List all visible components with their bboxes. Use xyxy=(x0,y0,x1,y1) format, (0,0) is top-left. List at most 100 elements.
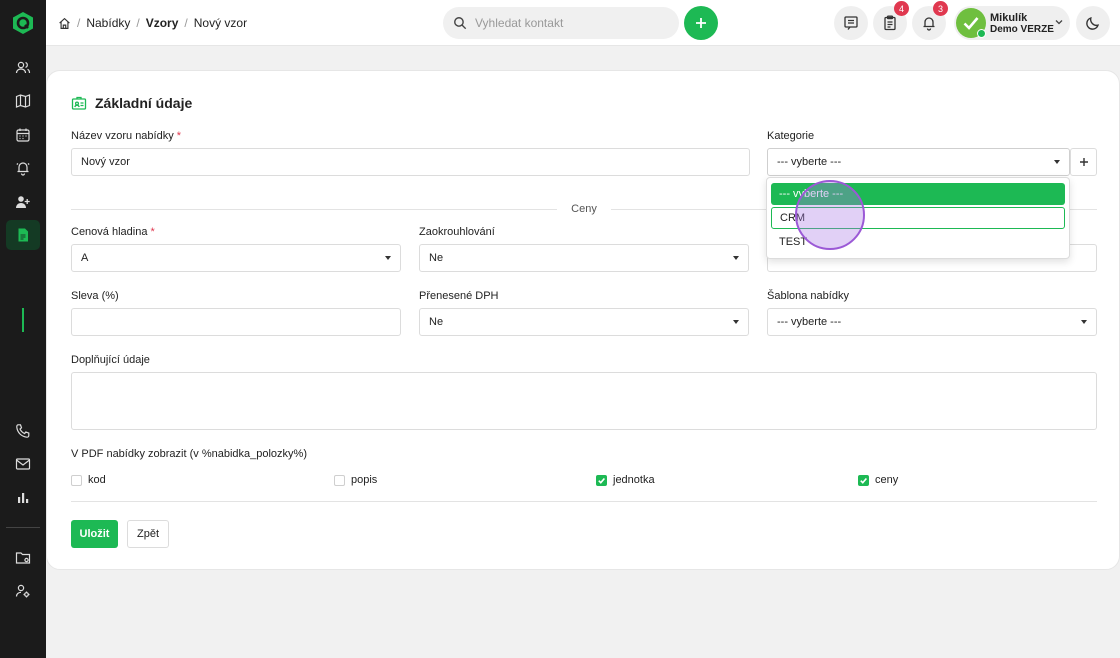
caret-down-icon xyxy=(385,256,391,260)
extra-textarea[interactable] xyxy=(71,372,1097,430)
clipboard-icon xyxy=(884,15,896,31)
check-icon xyxy=(598,477,605,484)
discount-input[interactable] xyxy=(71,308,401,336)
search-box[interactable] xyxy=(443,7,679,39)
document-icon[interactable] xyxy=(6,220,40,250)
check-label: kod xyxy=(88,474,106,486)
rounding-select[interactable]: Ne xyxy=(419,244,749,272)
caret-down-icon xyxy=(1081,320,1087,324)
breadcrumb-templates[interactable]: Vzory xyxy=(146,16,179,30)
mail-icon[interactable] xyxy=(6,449,40,479)
rounding-value: Ne xyxy=(429,252,444,264)
user-org: Demo VERZE xyxy=(990,24,1054,35)
template-value: --- vyberte --- xyxy=(777,316,842,328)
check-label: popis xyxy=(351,474,378,486)
app-logo[interactable] xyxy=(11,11,35,35)
checkbox[interactable] xyxy=(334,474,345,486)
users-icon[interactable] xyxy=(6,53,40,83)
calendar-icon[interactable] xyxy=(6,120,40,150)
chevron-down-icon xyxy=(1055,20,1063,25)
caret-down-icon xyxy=(733,320,739,324)
pdf-options-label: V PDF nabídky zobrazit (v %nabidka_poloz… xyxy=(71,448,307,460)
price-level-label: Cenová hladina * xyxy=(71,226,155,238)
category-label: Kategorie xyxy=(767,130,815,142)
checkbox[interactable] xyxy=(71,474,82,486)
theme-toggle-button[interactable] xyxy=(1076,6,1110,40)
tasks-button[interactable]: 4 xyxy=(873,1,909,40)
phone-icon[interactable] xyxy=(6,416,40,446)
price-level-select[interactable]: A xyxy=(71,244,401,272)
top-bar: / Nabídky / Vzory / Nový vzor 4 3 Mikulí… xyxy=(46,0,1120,46)
price-level-label-text: Cenová hladina xyxy=(71,226,148,238)
breadcrumb-separator: / xyxy=(77,16,81,30)
back-button[interactable]: Zpět xyxy=(127,520,169,548)
add-button[interactable] xyxy=(684,6,718,40)
check-icon xyxy=(860,477,867,484)
divider xyxy=(71,501,1097,502)
sidebar-divider xyxy=(6,527,40,528)
id-card-icon xyxy=(71,96,87,110)
template-label: Šablona nabídky xyxy=(767,290,849,302)
user-name: Mikulík xyxy=(990,12,1028,24)
bell-icon[interactable] xyxy=(6,153,40,183)
divider-line xyxy=(71,209,557,210)
check-popis[interactable]: popis xyxy=(334,474,377,486)
notifications-badge: 3 xyxy=(933,1,948,16)
user-add-icon[interactable] xyxy=(6,187,40,217)
caret-down-icon xyxy=(733,256,739,260)
user-menu[interactable]: Mikulík Demo VERZE xyxy=(954,6,1070,40)
check-label: jednotka xyxy=(613,474,655,486)
notification-bell-icon xyxy=(923,17,935,31)
user-settings-icon[interactable] xyxy=(6,576,40,606)
breadcrumb: / Nabídky / Vzory / Nový vzor xyxy=(58,16,247,30)
messages-button[interactable] xyxy=(834,6,868,40)
plus-icon xyxy=(696,18,706,28)
moon-icon xyxy=(1086,16,1100,30)
caret-down-icon xyxy=(1054,160,1060,164)
add-category-button[interactable] xyxy=(1070,148,1097,176)
notifications-button[interactable]: 3 xyxy=(912,1,948,40)
search-input[interactable] xyxy=(475,16,655,30)
required-marker: * xyxy=(176,130,182,142)
folder-settings-icon[interactable] xyxy=(6,543,40,573)
discount-label: Sleva (%) xyxy=(71,290,119,302)
click-indicator xyxy=(795,180,865,250)
template-select[interactable]: --- vyberte --- xyxy=(767,308,1097,336)
check-kod[interactable]: kod xyxy=(71,474,106,486)
active-indicator xyxy=(22,308,24,332)
checkbox-checked[interactable] xyxy=(596,474,607,486)
search-icon xyxy=(453,16,467,30)
home-icon[interactable] xyxy=(58,17,71,30)
breadcrumb-offers[interactable]: Nabídky xyxy=(86,16,130,30)
vat-value: Ne xyxy=(429,316,444,328)
checkbox-checked[interactable] xyxy=(858,474,869,486)
sidebar xyxy=(0,0,46,658)
map-icon[interactable] xyxy=(6,86,40,116)
section-title-text: Základní údaje xyxy=(95,95,193,111)
section-title: Základní údaje xyxy=(71,95,192,111)
name-label-text: Název vzoru nabídky xyxy=(71,130,174,142)
form-card: Základní údaje Název vzoru nabídky * Nov… xyxy=(46,70,1120,570)
check-label: ceny xyxy=(875,474,899,486)
message-icon xyxy=(844,16,858,30)
vat-select[interactable]: Ne xyxy=(419,308,749,336)
save-button[interactable]: Uložit xyxy=(71,520,118,548)
chart-icon[interactable] xyxy=(6,482,40,512)
rounding-label: Zaokrouhlování xyxy=(419,226,495,238)
vat-label: Přenesené DPH xyxy=(419,290,499,302)
name-label: Název vzoru nabídky * xyxy=(71,130,181,142)
breadcrumb-new-template: Nový vzor xyxy=(193,16,248,30)
breadcrumb-separator: / xyxy=(136,16,140,30)
name-input[interactable]: Nový vzor xyxy=(71,148,750,176)
category-select[interactable]: --- vyberte --- xyxy=(767,148,1070,176)
plus-icon xyxy=(1079,158,1088,166)
tasks-badge: 4 xyxy=(894,1,909,16)
check-ceny[interactable]: ceny xyxy=(858,474,898,486)
check-jednotka[interactable]: jednotka xyxy=(596,474,655,486)
required-marker: * xyxy=(150,226,155,238)
extra-label: Doplňující údaje xyxy=(71,354,150,366)
breadcrumb-separator: / xyxy=(184,16,188,30)
online-status-dot xyxy=(977,29,986,38)
category-select-value: --- vyberte --- xyxy=(777,156,842,168)
price-level-value: A xyxy=(81,252,89,264)
